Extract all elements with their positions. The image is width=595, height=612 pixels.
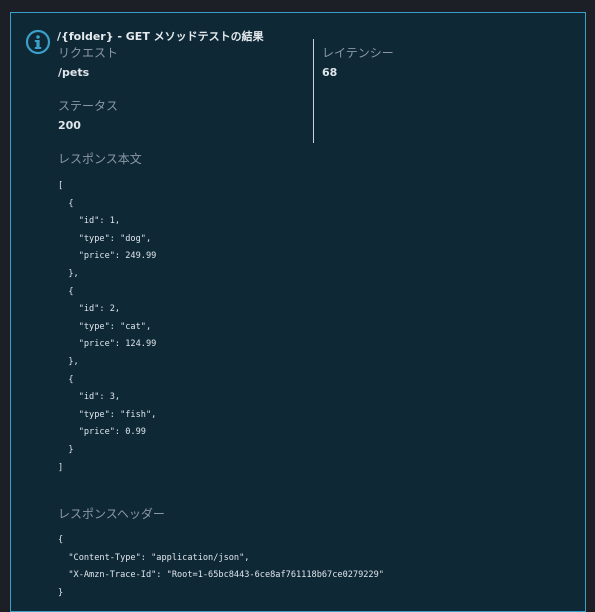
- response-body-code: [ { "id": 1, "type": "dog", "price": 249…: [58, 181, 157, 473]
- test-result-panel: /{folder} - GET メソッドテストの結果 リクエスト /pets レ…: [10, 12, 586, 612]
- request-value: /pets: [58, 66, 90, 79]
- page-background: /{folder} - GET メソッドテストの結果 リクエスト /pets レ…: [0, 0, 595, 612]
- response-headers-code: { "Content-Type": "application/json", "X…: [58, 535, 384, 598]
- request-label: リクエスト: [58, 46, 119, 60]
- status-value: 200: [58, 119, 81, 132]
- column-divider: [313, 39, 314, 143]
- result-title: /{folder} - GET メソッドテストの結果: [57, 30, 264, 43]
- response-body-label: レスポンス本文: [58, 152, 142, 166]
- response-headers-label: レスポンスヘッダー: [58, 507, 165, 521]
- latency-label: レイテンシー: [322, 46, 394, 60]
- latency-value: 68: [322, 66, 338, 79]
- info-circle-icon: [25, 29, 51, 55]
- status-label: ステータス: [58, 99, 119, 113]
